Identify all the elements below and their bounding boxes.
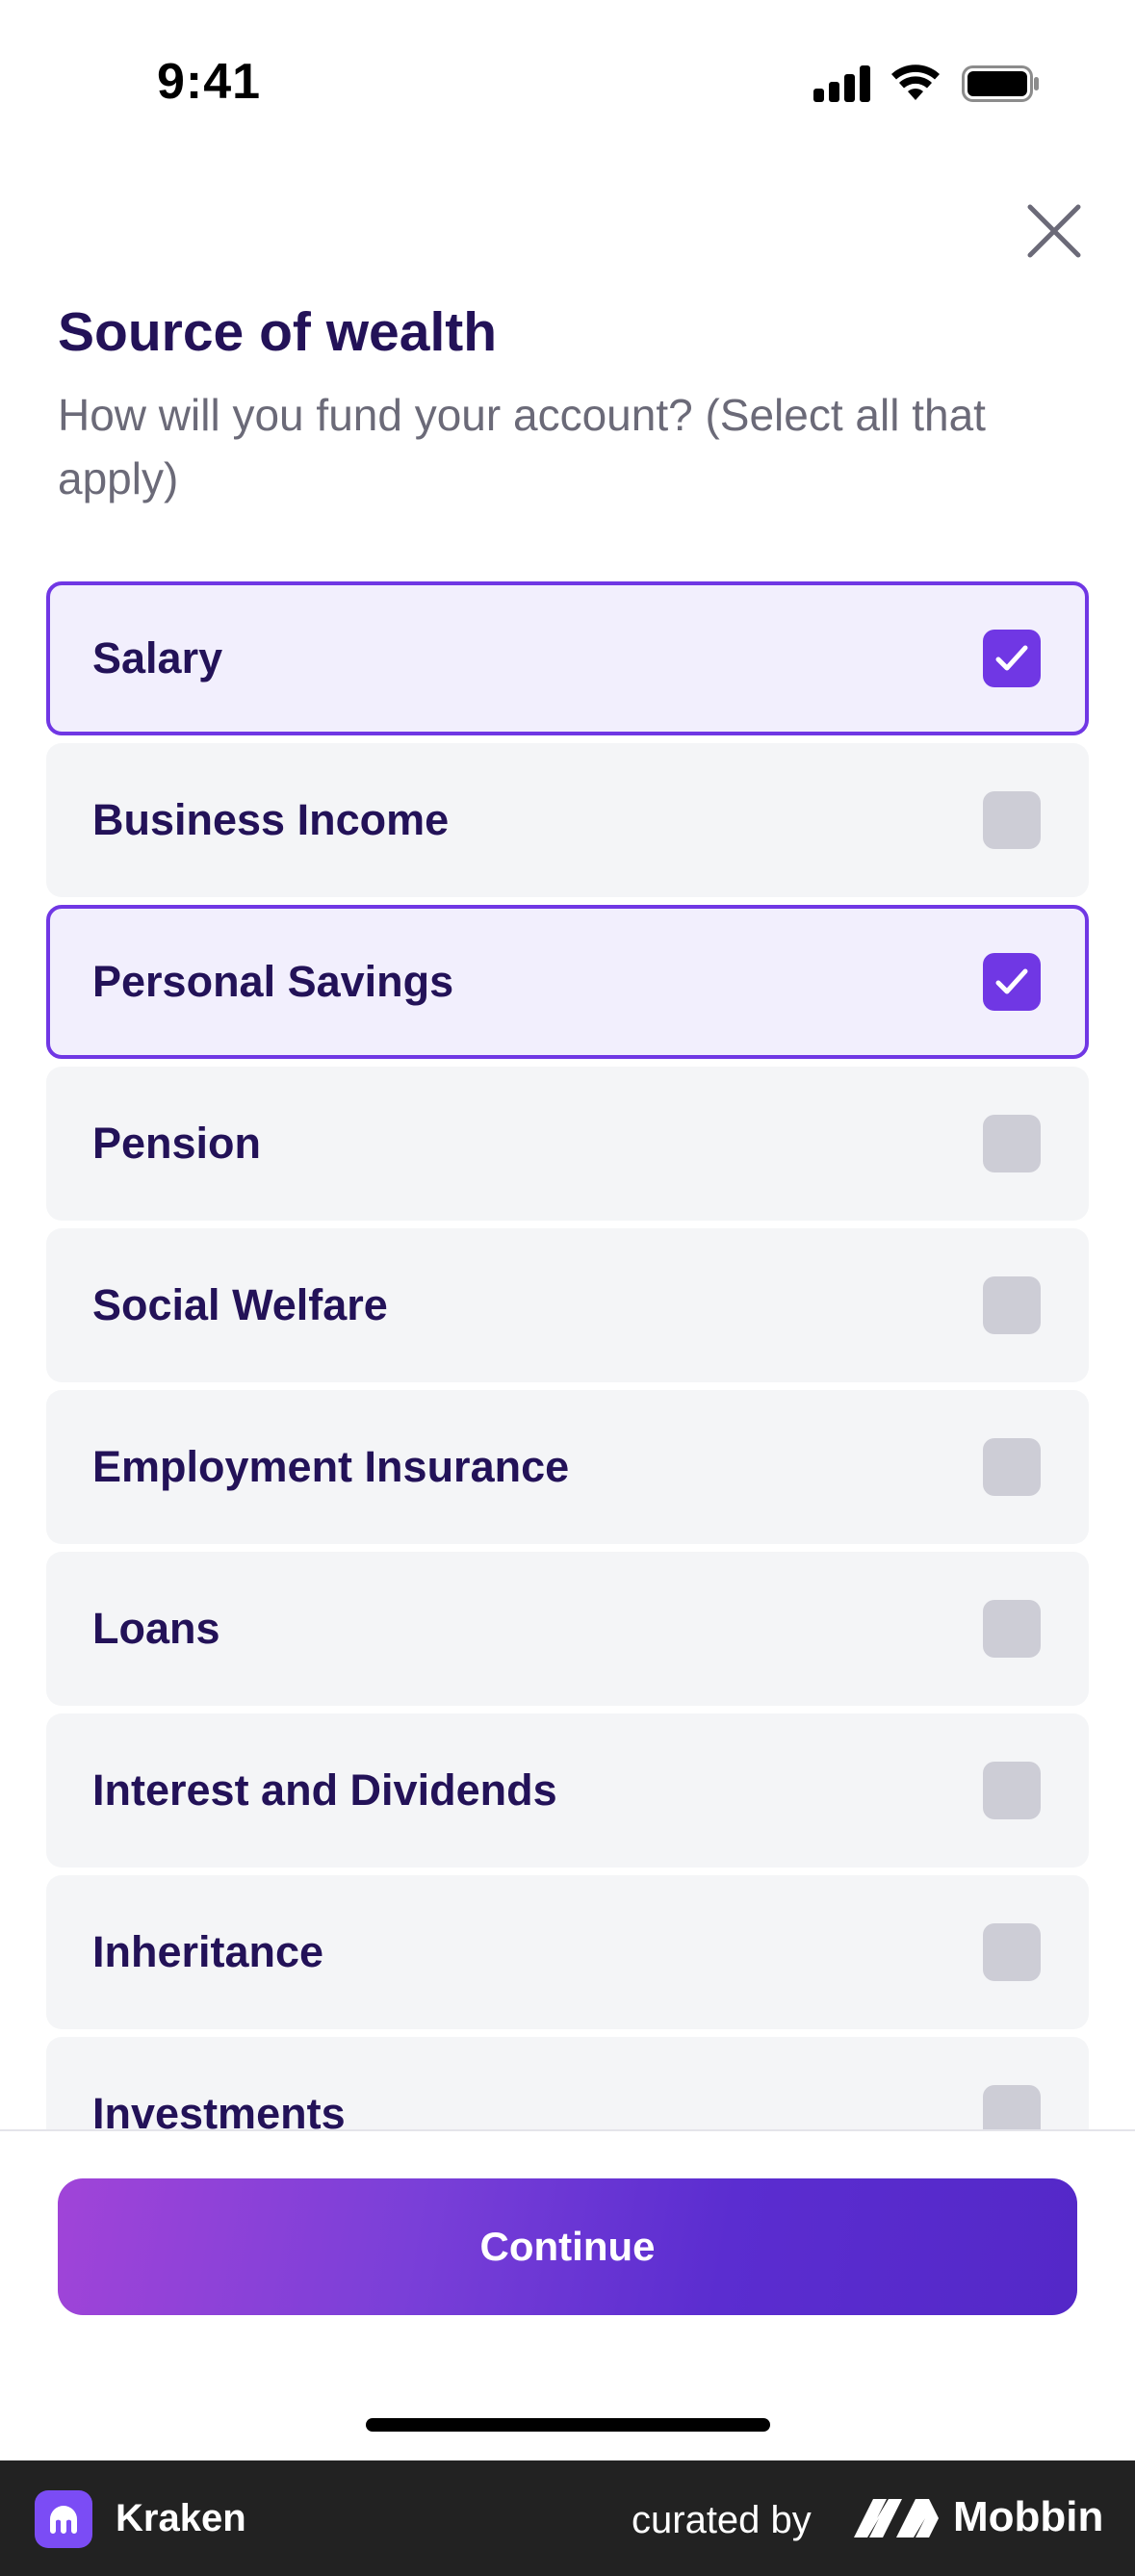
option-employment-insurance[interactable]: Employment Insurance bbox=[46, 1390, 1089, 1544]
checkmark-icon bbox=[995, 968, 1028, 994]
curated-by-label: curated by bbox=[632, 2499, 812, 2541]
status-time: 9:41 bbox=[157, 54, 262, 110]
checkbox[interactable] bbox=[983, 791, 1041, 849]
mobbin-logo-icon bbox=[854, 2499, 939, 2537]
option-interest-and-dividends[interactable]: Interest and Dividends bbox=[46, 1713, 1089, 1868]
option-label: Interest and Dividends bbox=[92, 1765, 557, 1815]
option-label: Loans bbox=[92, 1604, 220, 1653]
option-investments[interactable]: Investments bbox=[46, 2037, 1089, 2129]
option-label: Inheritance bbox=[92, 1927, 324, 1976]
checkbox[interactable] bbox=[983, 1923, 1041, 1981]
wifi-icon bbox=[891, 64, 940, 100]
status-bar: 9:41 bbox=[0, 0, 1135, 164]
option-salary[interactable]: Salary bbox=[46, 581, 1089, 735]
footer-divider bbox=[0, 2129, 1135, 2131]
kraken-logo-icon bbox=[35, 2490, 92, 2548]
continue-label: Continue bbox=[479, 2224, 656, 2269]
checkbox[interactable] bbox=[983, 1276, 1041, 1334]
option-pension[interactable]: Pension bbox=[46, 1067, 1089, 1221]
checkbox[interactable] bbox=[983, 1438, 1041, 1496]
option-label: Investments bbox=[92, 2089, 346, 2129]
option-personal-savings[interactable]: Personal Savings bbox=[46, 905, 1089, 1059]
checkbox[interactable] bbox=[983, 1600, 1041, 1658]
checkbox[interactable] bbox=[983, 2085, 1041, 2129]
page-title: Source of wealth bbox=[58, 301, 498, 363]
page-subtitle: How will you fund your account? (Select … bbox=[58, 390, 986, 503]
checkbox-checked[interactable] bbox=[983, 630, 1041, 687]
option-business-income[interactable]: Business Income bbox=[46, 743, 1089, 897]
checkbox-checked[interactable] bbox=[983, 953, 1041, 1011]
option-label: Salary bbox=[92, 633, 223, 683]
option-label: Pension bbox=[92, 1119, 262, 1168]
checkbox[interactable] bbox=[983, 1115, 1041, 1172]
battery-icon bbox=[962, 65, 1039, 102]
home-indicator bbox=[366, 2418, 770, 2432]
app-name: Kraken bbox=[116, 2497, 246, 2539]
option-social-welfare[interactable]: Social Welfare bbox=[46, 1228, 1089, 1382]
option-label: Employment Insurance bbox=[92, 1442, 570, 1491]
checkmark-icon bbox=[995, 645, 1028, 671]
option-inheritance[interactable]: Inheritance bbox=[46, 1875, 1089, 2029]
option-loans[interactable]: Loans bbox=[46, 1552, 1089, 1706]
option-label: Social Welfare bbox=[92, 1280, 388, 1329]
continue-button[interactable]: Continue bbox=[58, 2178, 1077, 2315]
option-label: Personal Savings bbox=[92, 957, 454, 1006]
close-button[interactable] bbox=[1020, 197, 1088, 265]
cellular-signal-icon bbox=[813, 65, 871, 102]
close-icon bbox=[1027, 204, 1081, 258]
wealth-source-list[interactable]: Salary Business Income Personal Savings … bbox=[0, 578, 1135, 2129]
checkbox[interactable] bbox=[983, 1762, 1041, 1819]
option-label: Business Income bbox=[92, 795, 450, 844]
mobbin-wordmark: Mobbin bbox=[953, 2493, 1104, 2540]
